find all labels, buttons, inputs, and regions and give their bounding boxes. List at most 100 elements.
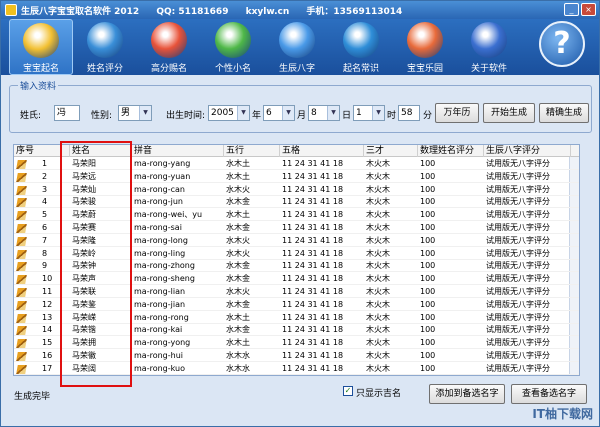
table-cell: ma-rong-jian [134,299,186,309]
table-row[interactable]: 8 马荣岭 ma-rong-ling 水木火 11 24 31 41 18 木火木 100 试… [14,248,579,260]
table-row[interactable]: 9 马荣钟 ma-rong-zhong 水木金 11 24 31 41 18 木火木 100… [14,260,579,273]
table-cell: ma-rong-yong [134,338,191,348]
toolbar-item-3[interactable]: 个性小名 [201,19,265,75]
ie-icon [343,22,379,58]
lucky-only-checkbox[interactable]: ✓ [343,386,353,396]
table-cell: 试用版无八字评分 [486,274,550,284]
generate-button[interactable]: 开始生成 [483,103,535,123]
month-select[interactable]: 6 ▼ [263,105,295,121]
table-row[interactable]: 3 马荣灿 ma-rong-can 水木火 11 24 31 41 18 木火木 100 试用… [14,184,579,196]
minute-input[interactable]: 58 [398,105,420,121]
gender-select[interactable]: 男 ▼ [118,105,152,121]
column-header[interactable]: 生辰八字评分 [484,145,571,157]
table-cell: 水木土 [226,210,250,220]
table-cell: 马荣岭 [72,248,96,258]
column-header[interactable]: 姓名 [70,145,132,157]
minimize-button[interactable]: _ [564,3,579,16]
table-cell: 4 [42,197,48,207]
table-cell: 11 24 31 41 18 [282,235,344,245]
table-cell: 水木火 [226,184,250,194]
table-cell: 11 24 31 41 18 [282,325,344,335]
toolbar-item-1[interactable]: 姓名评分 [73,19,137,75]
column-header[interactable]: 数理姓名评分 [418,145,484,157]
calendar-button[interactable]: 万年历 [435,103,479,123]
table-cell: 木火木 [366,197,390,207]
toolbar-item-6[interactable]: 宝宝乐园 [393,19,457,75]
table-row[interactable]: 5 马荣蔚 ma-rong-wei、yu 水木土 11 24 31 41 18 木火木 10… [14,209,579,222]
column-header[interactable]: 拼音 [132,145,224,157]
table-row[interactable]: 16 马荣徽 ma-rong-hui 水木水 11 24 31 41 18 木火木 100 试… [14,350,579,362]
toolbar-item-2[interactable]: 高分赐名 [137,19,201,75]
hour-unit: 时 [387,111,397,121]
precise-generate-button[interactable]: 精确生成 [539,103,589,123]
table-cell: 11 24 31 41 18 [282,287,344,296]
table-row[interactable]: 1 马荣阳 ma-rong-yang 水木土 11 24 31 41 18 木火木 100 试… [14,158,579,170]
table-cell: 木火木 [366,299,390,309]
table-cell: 11 24 31 41 18 [282,197,344,207]
table-row[interactable]: 7 马荣隆 ma-rong-long 水木火 11 24 31 41 18 木火木 100 试… [14,235,579,247]
table-row[interactable]: 15 马荣拥 ma-rong-yong 水木土 11 24 31 41 18 木火木 100… [14,337,579,350]
table-cell: 试用版无八字评分 [486,351,550,360]
chevron-down-icon: ▼ [372,106,384,120]
table-cell: 试用版无八字评分 [486,184,550,194]
pencil-icon [16,224,27,233]
table-cell: 水木金 [226,197,250,207]
pencil-icon [16,326,27,336]
table-cell: 100 [420,363,436,373]
table-row[interactable]: 12 马荣鉴 ma-rong-jian 水木金 11 24 31 41 18 木火木 100… [14,299,579,311]
pencil-icon [16,364,27,374]
toolbar-item-label: 关于软件 [470,64,507,74]
table-cell: 100 [420,338,436,348]
chevron-down-icon: ▼ [327,106,339,120]
table-cell: ma-rong-jun [134,197,183,207]
table-cell: ma-rong-kuo [134,363,185,373]
table-cell: 9 [42,261,48,271]
toolbar-item-label: 个性小名 [214,64,251,74]
table-cell: 试用版无八字评分 [486,287,550,296]
help-button[interactable]: ? [539,21,585,67]
view-candidates-button[interactable]: 查看备选名字 [511,384,587,404]
table-cell: 100 [420,197,436,207]
column-header[interactable]: 三才 [364,145,418,157]
table-cell: 13 [42,312,53,322]
table-cell: 2 [42,171,48,181]
toolbar-item-7[interactable]: 关于软件 [457,19,521,75]
surname-input[interactable]: 冯 [54,105,80,121]
close-button[interactable]: × [581,3,596,16]
add-to-candidates-button[interactable]: 添加到备选名字 [429,384,505,404]
table-cell: ma-rong-hui [134,351,183,360]
table-row[interactable]: 10 马荣声 ma-rong-sheng 水木金 11 24 31 41 18 木火木 10… [14,273,579,286]
pencil-icon [16,160,27,169]
day-select[interactable]: 8 ▼ [308,105,340,121]
table-cell: 11 24 31 41 18 [282,223,344,232]
toolbar-item-4[interactable]: 生辰八字 [265,19,329,75]
column-header[interactable]: 五行 [224,145,280,157]
toolbar-item-5[interactable]: 起名常识 [329,19,393,75]
table-cell: 11 24 31 41 18 [282,312,344,322]
table-cell: 水木火 [226,248,250,258]
results-table: 序号 姓名 拼音 五行 五格 三才 数理姓名评分 生辰八字评分 1 马荣阳 ma-rong-yan… [13,144,580,376]
app-window: 生辰八字宝宝取名软件 2012 QQ: 51181669 kxylw.cn 手机… [0,0,600,427]
table-row[interactable]: 17 马荣阔 ma-rong-kuo 水木水 11 24 31 41 18 木火木 100 试… [14,363,579,375]
status-text: 生成完毕 [14,392,51,402]
column-header[interactable]: 序号 [14,145,70,157]
table-row[interactable]: 4 马荣骏 ma-rong-jun 水木金 11 24 31 41 18 木火木 100 试用… [14,196,579,209]
table-cell: 水木火 [226,287,250,296]
table-cell: 马荣阔 [72,363,96,373]
toolbar-item-0[interactable]: 宝宝起名 [9,19,73,75]
year-select[interactable]: 2005 ▼ [208,105,250,121]
column-header[interactable]: 五格 [280,145,364,157]
table-cell: 100 [420,210,436,220]
table-cell: 木火木 [366,312,390,322]
table-row[interactable]: 13 马荣嵘 ma-rong-rong 水木土 11 24 31 41 18 木火木 100… [14,312,579,324]
table-cell: 1 [42,159,48,168]
table-row[interactable]: 2 马荣远 ma-rong-yuan 水木土 11 24 31 41 18 木火木 100 试… [14,171,579,183]
table-row[interactable]: 11 马荣联 ma-rong-lian 水木火 11 24 31 41 18 木火木 100… [14,286,579,298]
table-cell: 马荣嵘 [72,312,96,322]
table-cell: 12 [42,299,53,309]
chevron-down-icon: ▼ [237,106,249,120]
table-row[interactable]: 6 马荣赛 ma-rong-sai 水木金 11 24 31 41 18 木火木 100 试用… [14,222,579,234]
hour-select[interactable]: 1 ▼ [353,105,385,121]
table-row[interactable]: 14 马荣锴 ma-rong-kai 水木金 11 24 31 41 18 木火木 100 试… [14,324,579,337]
table-cell: 水木土 [226,171,250,181]
